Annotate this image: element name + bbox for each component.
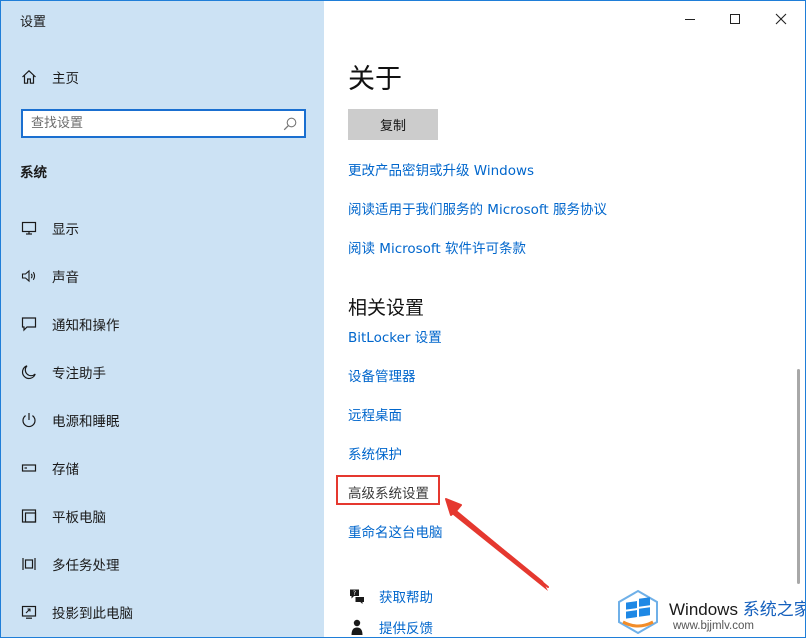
sidebar-item-label: 投影到此电脑 bbox=[52, 606, 133, 622]
svg-text:?: ? bbox=[353, 590, 356, 597]
close-button[interactable] bbox=[768, 7, 794, 31]
storage-icon bbox=[20, 459, 38, 477]
sidebar-item-label: 多任务处理 bbox=[52, 558, 120, 574]
sidebar-item-project[interactable]: 投影到此电脑 bbox=[1, 592, 324, 632]
multitask-icon bbox=[20, 555, 38, 573]
sidebar-item-focus-assist[interactable]: 专注助手 bbox=[1, 352, 324, 392]
upgrade-windows-link[interactable]: 更改产品密钥或升级 Windows bbox=[348, 159, 534, 179]
home-icon bbox=[20, 68, 38, 86]
sidebar-item-label: 声音 bbox=[52, 270, 79, 286]
license-terms-link[interactable]: 阅读 Microsoft 软件许可条款 bbox=[348, 237, 526, 257]
watermark-brand-en: Windows bbox=[669, 600, 738, 619]
watermark-url: www.bjjmlv.com bbox=[673, 620, 754, 632]
sidebar-item-home[interactable]: 主页 bbox=[1, 57, 324, 97]
main-pane: 关于 复制 更改产品密钥或升级 Windows 阅读适用于我们服务的 Micro… bbox=[324, 1, 805, 637]
sound-icon bbox=[20, 267, 38, 285]
remote-desktop-link[interactable]: 远程桌面 bbox=[348, 404, 402, 424]
watermark-brand: Windows 系统之家 bbox=[669, 595, 806, 620]
system-protection-link[interactable]: 系统保护 bbox=[348, 443, 402, 463]
sidebar-item-tablet[interactable]: 平板电脑 bbox=[1, 496, 324, 536]
maximize-button[interactable] bbox=[722, 7, 748, 31]
power-icon bbox=[20, 411, 38, 429]
bitlocker-settings-link[interactable]: BitLocker 设置 bbox=[348, 326, 442, 346]
app-title: 设置 bbox=[20, 15, 47, 30]
advanced-system-settings-link[interactable]: 高级系统设置 bbox=[348, 482, 429, 502]
sidebar-item-sound[interactable]: 声音 bbox=[1, 256, 324, 296]
sidebar-item-multitasking[interactable]: 多任务处理 bbox=[1, 544, 324, 584]
watermark: Windows 系统之家 www.bjjmlv.com bbox=[611, 585, 806, 637]
service-agreement-link[interactable]: 阅读适用于我们服务的 Microsoft 服务协议 bbox=[348, 198, 607, 218]
close-icon bbox=[775, 13, 787, 25]
search-icon[interactable] bbox=[282, 116, 298, 132]
windows-logo-icon bbox=[618, 589, 658, 634]
feedback-label[interactable]: 提供反馈 bbox=[379, 617, 433, 637]
display-icon bbox=[20, 219, 38, 237]
get-help-item[interactable]: ? 获取帮助 bbox=[348, 587, 433, 606]
sidebar-item-label: 平板电脑 bbox=[52, 510, 106, 526]
scrollbar[interactable] bbox=[797, 369, 800, 584]
related-settings-heading: 相关设置 bbox=[348, 297, 425, 319]
maximize-icon bbox=[730, 14, 740, 24]
project-icon bbox=[20, 603, 38, 621]
notification-icon bbox=[20, 315, 38, 333]
minimize-button[interactable] bbox=[677, 7, 703, 31]
feedback-item[interactable]: 提供反馈 bbox=[348, 618, 433, 637]
help-label[interactable]: 获取帮助 bbox=[379, 586, 433, 606]
sidebar-item-power[interactable]: 电源和睡眠 bbox=[1, 400, 324, 440]
sidebar-item-label: 通知和操作 bbox=[52, 318, 120, 334]
sidebar-item-label: 电源和睡眠 bbox=[52, 414, 120, 430]
section-title: 系统 bbox=[20, 165, 47, 181]
rename-pc-link[interactable]: 重命名这台电脑 bbox=[348, 521, 443, 541]
sidebar: 设置 主页 系统 显示 声音 bbox=[1, 1, 324, 637]
settings-window: 设置 主页 系统 显示 声音 bbox=[0, 0, 806, 638]
sidebar-item-label: 专注助手 bbox=[52, 366, 106, 382]
search-input[interactable] bbox=[31, 114, 276, 133]
watermark-brand-zh: 系统之家 bbox=[742, 600, 806, 619]
minimize-icon bbox=[685, 19, 695, 20]
device-manager-link[interactable]: 设备管理器 bbox=[348, 365, 416, 385]
sidebar-item-label: 存储 bbox=[52, 462, 79, 478]
feedback-icon bbox=[348, 618, 366, 636]
sidebar-item-storage[interactable]: 存储 bbox=[1, 448, 324, 488]
sidebar-item-label: 显示 bbox=[52, 222, 79, 238]
sidebar-item-label: 主页 bbox=[52, 71, 79, 87]
search-box[interactable] bbox=[21, 109, 306, 138]
tablet-icon bbox=[20, 507, 38, 525]
help-icon: ? bbox=[348, 587, 366, 605]
copy-button[interactable]: 复制 bbox=[348, 109, 438, 140]
page-title: 关于 bbox=[348, 64, 402, 95]
sidebar-item-display[interactable]: 显示 bbox=[1, 208, 324, 248]
sidebar-item-notifications[interactable]: 通知和操作 bbox=[1, 304, 324, 344]
moon-icon bbox=[20, 363, 38, 381]
